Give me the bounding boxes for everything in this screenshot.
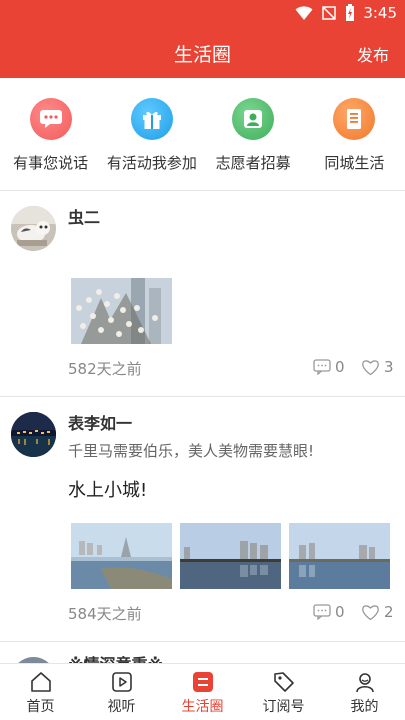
publish-button[interactable]: 发布 (357, 42, 389, 66)
post-author[interactable]: 虫二 (68, 204, 100, 228)
heart-icon (362, 359, 379, 375)
like-count: 3 (384, 358, 394, 376)
category-activities[interactable]: 有活动我参加 (101, 78, 202, 190)
comment-button[interactable]: 0 (313, 358, 345, 376)
status-bar: 3:45 (0, 0, 405, 28)
category-label: 有事您说话 (13, 154, 89, 172)
battery-charging-icon (346, 4, 355, 21)
document-icon (333, 98, 376, 140)
avatar[interactable] (11, 412, 56, 457)
nav-profile[interactable]: 我的 (324, 664, 405, 720)
comment-count: 0 (335, 603, 345, 621)
page-title: 生活圈 (173, 44, 231, 66)
person-icon (232, 98, 275, 140)
post-time: 584天之前 (68, 605, 142, 623)
post-image[interactable] (71, 278, 172, 344)
comment-icon (313, 359, 331, 375)
nav-life-circle[interactable]: 生活圈 (162, 664, 243, 720)
category-row: 有事您说话 有活动我参加 志愿者招募 同城生活 (0, 78, 405, 190)
user-icon (355, 673, 374, 693)
post-author[interactable]: ※情深意重※ (68, 651, 163, 663)
gift-icon (130, 98, 173, 140)
play-icon (111, 672, 132, 692)
nav-label: 生活圈 (181, 699, 224, 715)
post-content[interactable]: 水上小城! (68, 476, 147, 502)
status-time: 3:45 (363, 4, 397, 22)
heart-icon (362, 604, 379, 620)
comment-button[interactable]: 0 (313, 603, 345, 621)
comment-count: 0 (335, 358, 345, 376)
post-author[interactable]: 表李如一 (68, 410, 132, 434)
home-icon (30, 672, 51, 692)
post-item[interactable]: 虫二 582天之前 0 3 (0, 191, 405, 396)
nav-label: 我的 (350, 699, 379, 715)
category-label: 同城生活 (324, 154, 385, 172)
nav-subscriptions[interactable]: 订阅号 (243, 664, 324, 720)
nav-label: 视听 (107, 699, 136, 715)
nav-label: 订阅号 (262, 699, 305, 715)
like-count: 2 (384, 603, 394, 621)
post-image[interactable] (71, 523, 172, 589)
post-image[interactable] (180, 523, 281, 589)
title-bar: 生活圈 发布 (0, 28, 405, 78)
nav-label: 首页 (26, 699, 55, 715)
nav-home[interactable]: 首页 (0, 664, 81, 720)
comment-icon (313, 604, 331, 620)
avatar[interactable] (11, 206, 56, 251)
wifi-icon (295, 6, 313, 20)
post-item[interactable]: 表李如一 千里马需要伯乐，美人美物需要慧眼! 水上小城! 584天之前 0 2 (0, 397, 405, 641)
status-icons: 3:45 (295, 4, 397, 22)
bottom-nav: 首页 视听 生活圈 订阅号 我的 (0, 663, 405, 720)
no-signal-icon (322, 6, 337, 20)
like-button[interactable]: 2 (361, 603, 394, 621)
tag-icon (273, 672, 294, 692)
category-label: 有活动我参加 (106, 154, 197, 172)
post-item[interactable]: ※情深意重※ (0, 642, 405, 663)
category-label: 志愿者招募 (215, 154, 291, 172)
post-image[interactable] (289, 523, 390, 589)
post-time: 582天之前 (68, 360, 142, 378)
category-speak-up[interactable]: 有事您说话 (0, 78, 101, 190)
app-header: 3:45 生活圈 发布 (0, 0, 405, 78)
category-city-life[interactable]: 同城生活 (304, 78, 405, 190)
category-volunteer[interactable]: 志愿者招募 (203, 78, 304, 190)
post-subtitle: 千里马需要伯乐，美人美物需要慧眼! (68, 442, 315, 460)
chat-bubble-icon (29, 98, 72, 140)
nav-media[interactable]: 视听 (81, 664, 162, 720)
like-button[interactable]: 3 (361, 358, 394, 376)
life-circle-icon (192, 672, 213, 692)
